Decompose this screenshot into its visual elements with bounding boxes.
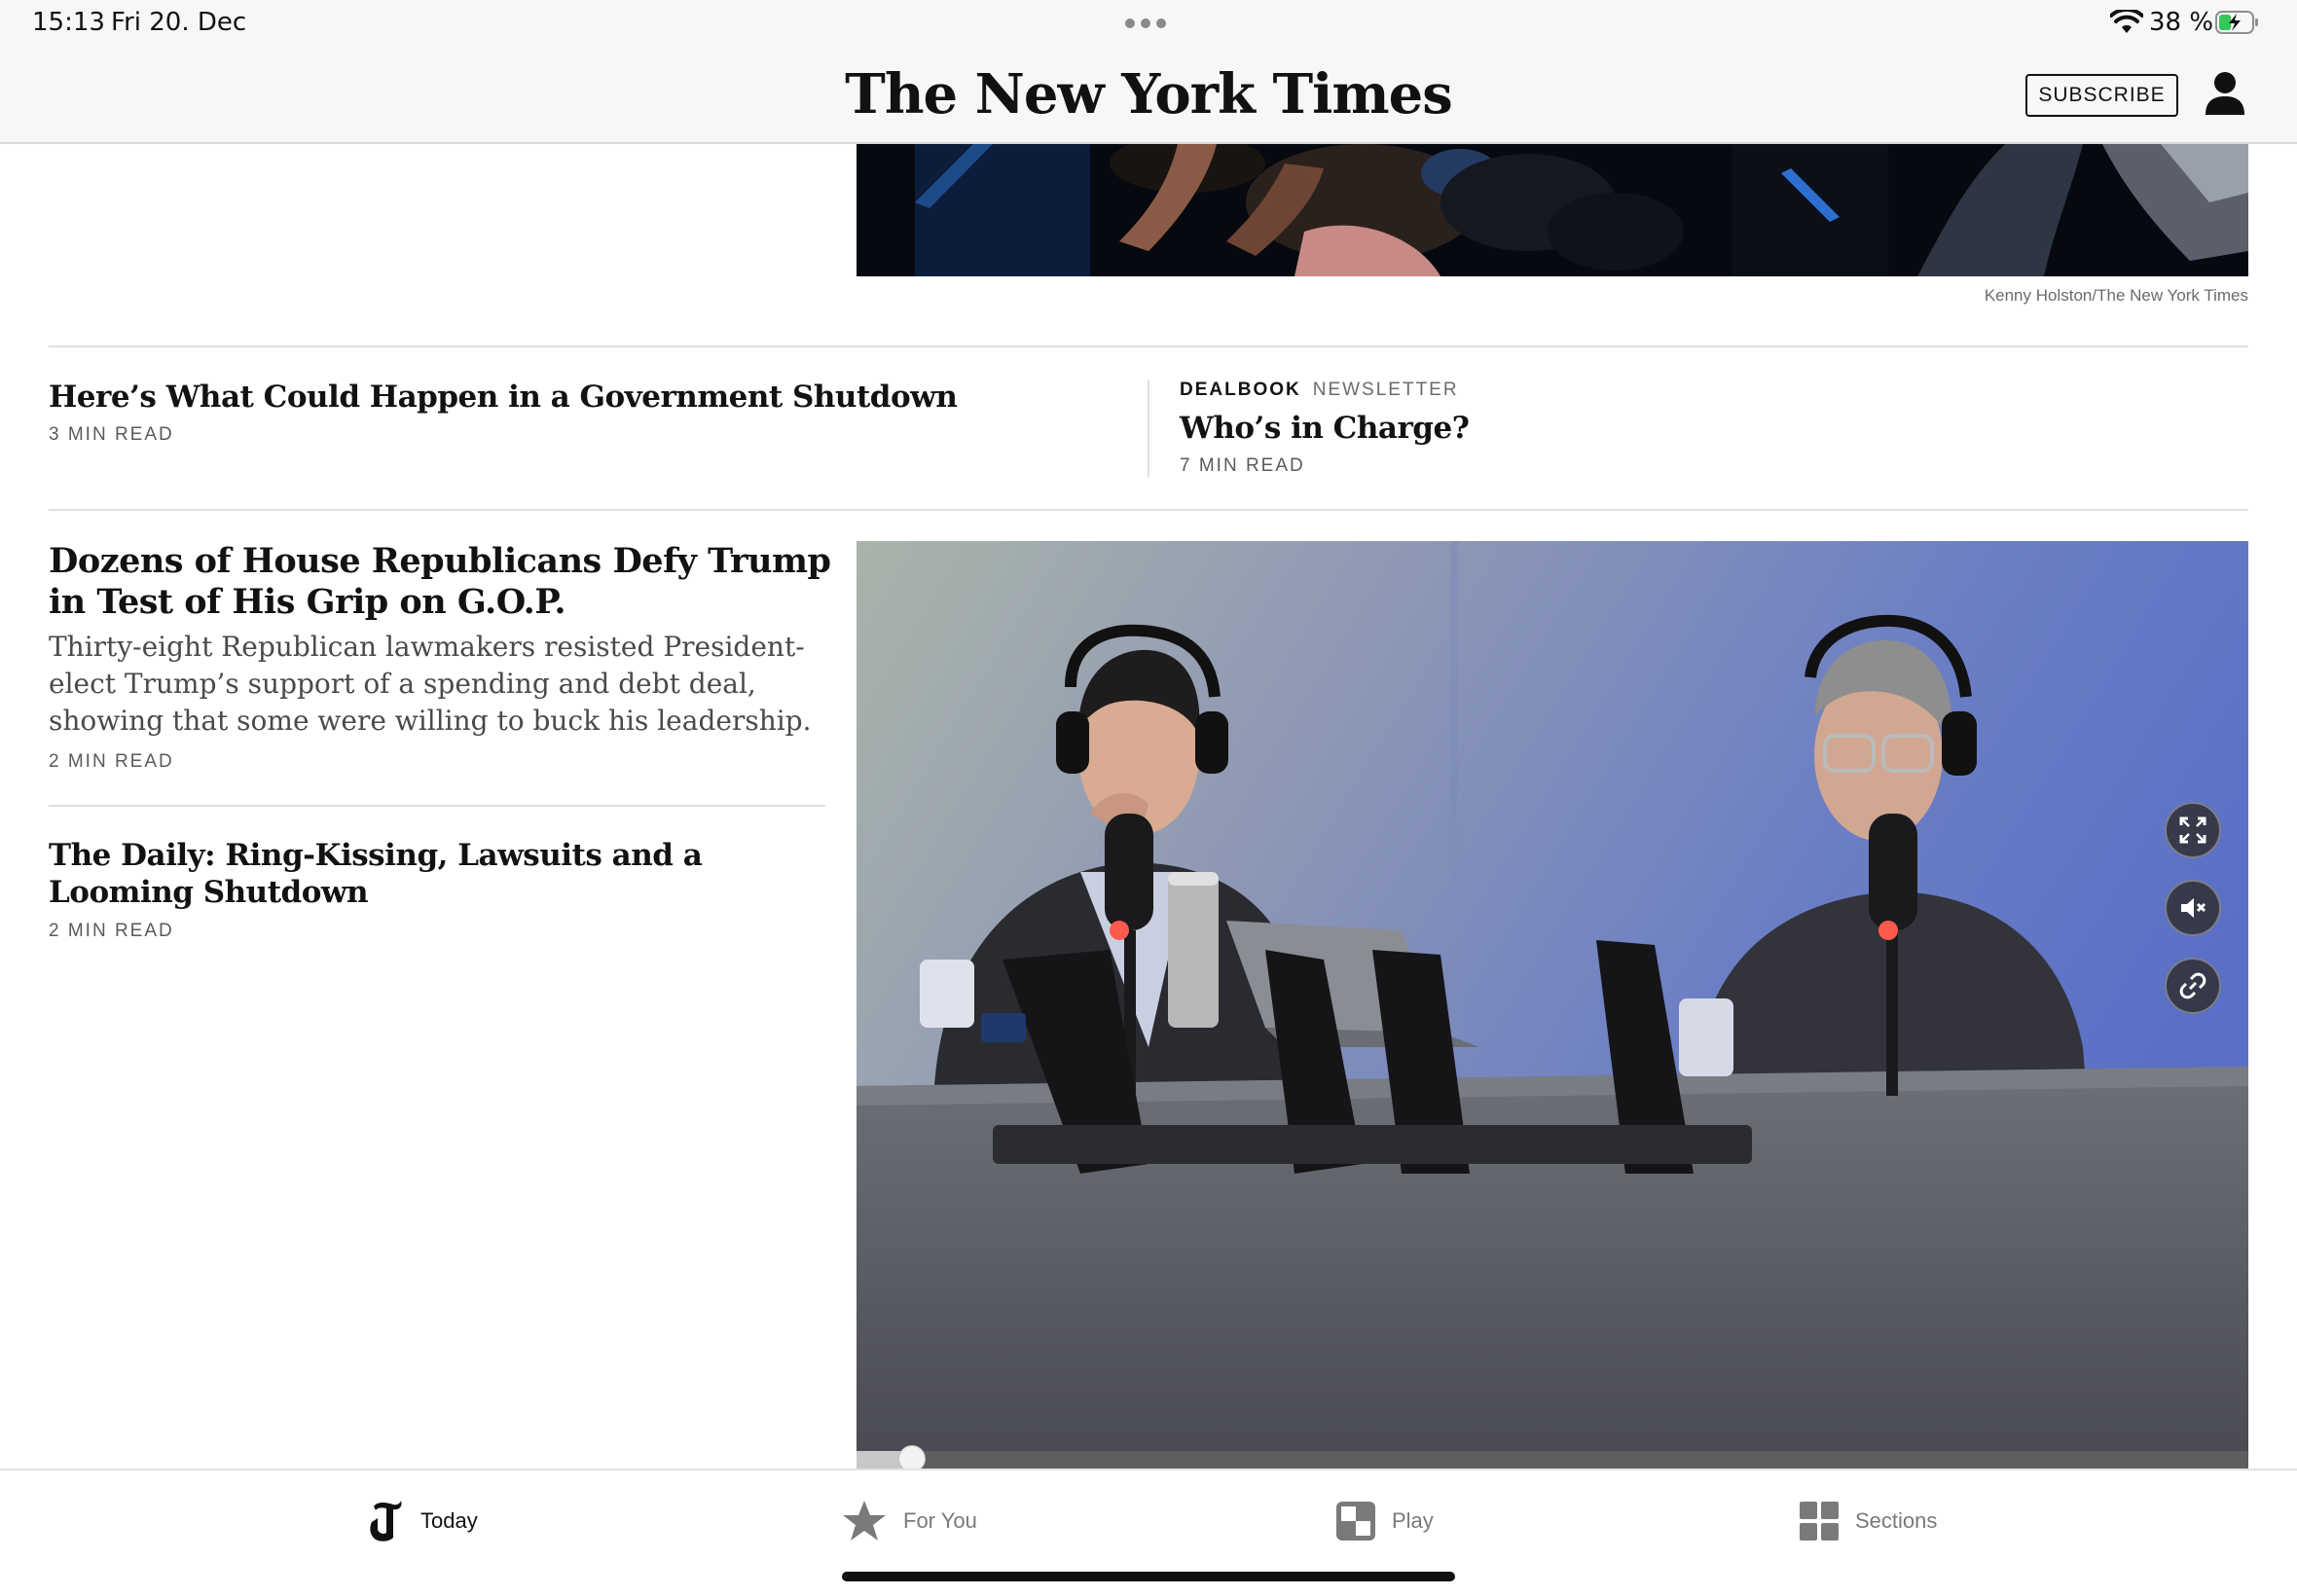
copy-link-button[interactable] (2165, 958, 2221, 1014)
lead-story-read-time: 2 MIN READ (49, 751, 174, 772)
tab-label-today: Today (420, 1508, 478, 1533)
video-player[interactable] (857, 541, 2248, 1451)
top-story-photo[interactable] (857, 144, 2248, 276)
status-time: 15:13 (32, 8, 105, 37)
subscribe-button[interactable]: SUBSCRIBE (2025, 74, 2178, 117)
nyt-t-icon (370, 1501, 402, 1542)
home-indicator[interactable] (842, 1572, 1455, 1581)
story-kicker[interactable]: DEALBOOK NEWSLETTER (1180, 380, 1459, 401)
story-read-time: 7 MIN READ (1180, 455, 1305, 476)
mute-button[interactable] (2165, 880, 2221, 936)
daily-story-headline[interactable]: The Daily: Ring-Kissing, Lawsuits and a … (49, 837, 818, 911)
story-read-time: 3 MIN READ (49, 424, 174, 445)
video-frame (857, 541, 2248, 1451)
tab-today[interactable]: Today (368, 1496, 478, 1546)
account-icon[interactable] (2204, 70, 2246, 117)
status-date: Fri 20. Dec (111, 8, 247, 37)
fullscreen-button[interactable] (2165, 802, 2221, 858)
status-bar: 15:13 Fri 20. Dec 38 % (0, 0, 2297, 47)
nyt-logo[interactable]: The New York Times (0, 62, 2297, 127)
link-icon (2179, 972, 2206, 999)
star-icon (843, 1501, 886, 1541)
tab-label-sections: Sections (1855, 1508, 1938, 1533)
expand-icon (2179, 816, 2206, 844)
column-divider (1148, 380, 1149, 477)
tab-label-play: Play (1392, 1508, 1434, 1533)
photo-credit: Kenny Holston/The New York Times (1984, 286, 2248, 305)
story-headline-whos-in-charge[interactable]: Who’s in Charge? (1180, 409, 2153, 448)
kicker-newsletter: NEWSLETTER (1312, 380, 1459, 400)
battery-percent: 38 % (2149, 8, 2214, 37)
wifi-icon (2110, 10, 2143, 33)
lead-story-summary[interactable]: Thirty-eight Republican lawmakers resist… (49, 629, 837, 740)
multitasking-dots-icon[interactable] (1125, 18, 1166, 28)
mute-icon (2181, 898, 2206, 918)
tab-play[interactable]: Play (1335, 1496, 1434, 1546)
masthead: The New York Times SUBSCRIBE (0, 47, 2297, 144)
kicker-dealbook[interactable]: DEALBOOK (1180, 380, 1301, 400)
story-divider (49, 805, 825, 807)
play-games-icon (1336, 1502, 1375, 1541)
story-headline-shutdown[interactable]: Here’s What Could Happen in a Government… (49, 378, 1119, 417)
video-progress-bar[interactable] (857, 1445, 2248, 1472)
battery-charging-icon (2215, 11, 2258, 34)
tab-sections[interactable]: Sections (1799, 1496, 1937, 1546)
sections-grid-icon (1800, 1502, 1839, 1541)
tab-for-you[interactable]: For You (841, 1496, 977, 1546)
section-divider (49, 345, 2248, 347)
lead-story-headline[interactable]: Dozens of House Republicans Defy Trump i… (49, 541, 837, 623)
tab-label-for-you: For You (903, 1508, 977, 1533)
section-divider (49, 509, 2248, 511)
daily-story-read-time: 2 MIN READ (49, 921, 174, 941)
